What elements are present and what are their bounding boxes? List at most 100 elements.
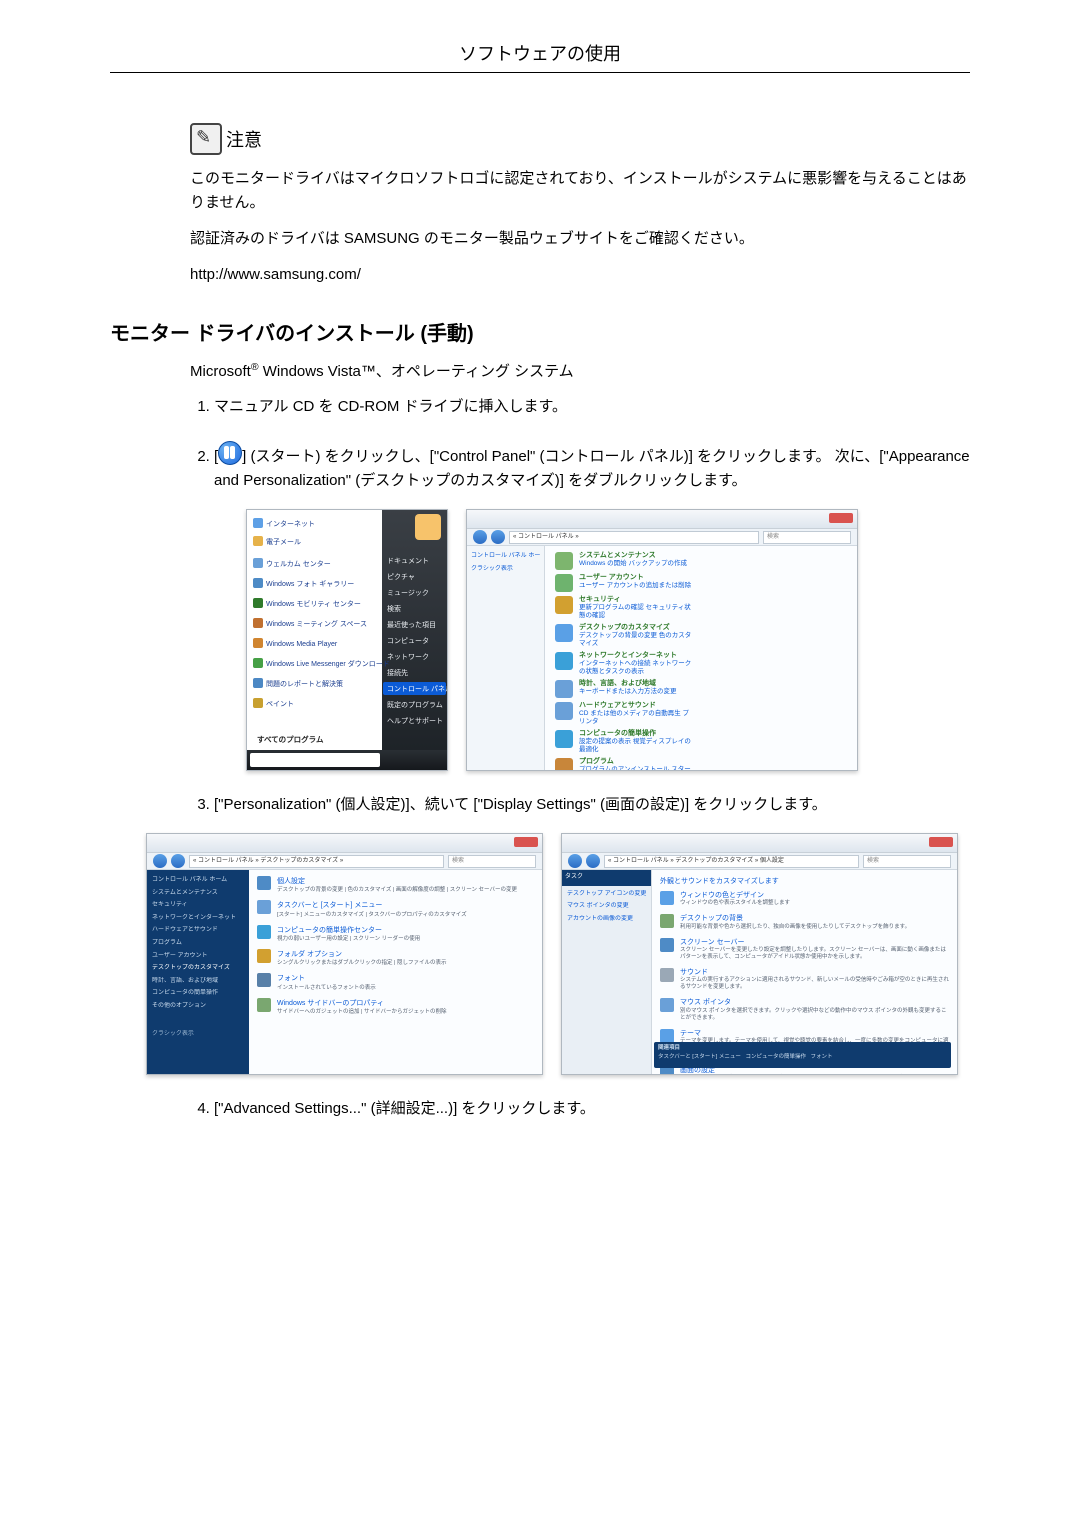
note-text: このモニタードライバはマイクロソフトロゴに認定されており、インストールがシステム… xyxy=(190,167,970,287)
wp-side-item[interactable]: その他のオプション xyxy=(152,1002,244,1012)
wp-search[interactable]: 検索 xyxy=(448,855,536,868)
cp-cat-user[interactable]: ユーザー アカウントユーザー アカウントの追加または削除 xyxy=(555,574,695,592)
wp-path[interactable]: « コントロール パネル » デスクトップのカスタマイズ » xyxy=(189,855,444,868)
sm-item-msgr[interactable]: Windows Live Messenger ダウンロード xyxy=(253,658,390,670)
wp2-path[interactable]: « コントロール パネル » デスクトップのカスタマイズ » 個人設定 xyxy=(604,855,859,868)
sm-r-conn[interactable]: 接続先 xyxy=(387,668,408,679)
sm-item-wmp[interactable]: Windows Media Player xyxy=(253,638,337,650)
cp-path[interactable]: « コントロール パネル » xyxy=(509,531,759,544)
wp-side-item[interactable]: 時計、言語、および地域 xyxy=(152,977,244,987)
wp-item-folder[interactable]: フォルダ オプションシングルクリックまたはダブルクリックの指定 | 隠しファイル… xyxy=(257,949,534,967)
back-button[interactable] xyxy=(473,530,487,544)
wp2-foot-link[interactable]: フォント xyxy=(811,1054,833,1060)
wp-item-desc: シングルクリックまたはダブルクリックの指定 | 隠しファイルの表示 xyxy=(277,960,447,967)
wp2-foot-link[interactable]: コンピュータの簡単操作 xyxy=(745,1054,806,1060)
wp2-item-screensaver[interactable]: スクリーン セーバースクリーン セーバーを変更したり設定を調整したりします。スク… xyxy=(660,938,949,961)
back-button[interactable] xyxy=(153,854,167,868)
sm-item-photo[interactable]: Windows フォト ギャラリー xyxy=(253,578,354,590)
close-icon[interactable] xyxy=(514,837,538,847)
sm-item-welcome[interactable]: ウェルカム センター xyxy=(253,558,331,570)
wp-side-item-active[interactable]: デスクトップのカスタマイズ xyxy=(152,964,244,974)
wp-item-personalization[interactable]: 個人設定デスクトップの背景の変更 | 色のカスタマイズ | 画面の解像度の調整 … xyxy=(257,876,534,894)
forward-button[interactable] xyxy=(491,530,505,544)
sm-item-report[interactable]: 問題のレポートと解決策 xyxy=(253,678,343,690)
cp-cat-clock[interactable]: 時計、言語、および地域キーボードまたは入力方法の変更 xyxy=(555,680,695,698)
sm-r-search[interactable]: 検索 xyxy=(387,604,401,615)
wp-item-taskbar[interactable]: タスクバーと [スタート] メニュー[スタート] メニューのカスタマイズ | タ… xyxy=(257,900,534,918)
sm-r-comp[interactable]: コンピュータ xyxy=(387,636,429,647)
wp-side-item[interactable]: ハードウェアとサウンド xyxy=(152,926,244,936)
wp2-item-mouse[interactable]: マウス ポインタ別のマウス ポインタを選択できます。クリックや選択中などの動作中… xyxy=(660,998,949,1021)
wp2-search[interactable]: 検索 xyxy=(863,855,951,868)
sm-item-internet[interactable]: インターネット xyxy=(253,518,315,530)
cp-cat-network[interactable]: ネットワークとインターネットインターネットへの接続 ネットワークの状態とタスクの… xyxy=(555,652,695,676)
start-menu-search[interactable] xyxy=(247,750,447,770)
wp-item-desc: デスクトップの背景の変更 | 色のカスタマイズ | 画面の解像度の調整 | スク… xyxy=(277,887,517,894)
sm-item-label: 電子メール xyxy=(266,539,301,546)
wp-side-item[interactable]: コンピュータの簡単操作 xyxy=(152,989,244,999)
wp2-item-sound[interactable]: サウンドシステムの実行するアクションに適用されるサウンド、新しいメールの受信時や… xyxy=(660,968,949,991)
note-block: 注意 このモニタードライバはマイクロソフトロゴに認定されており、インストールがシ… xyxy=(190,123,970,287)
wp2-side-item[interactable]: デスクトップ アイコンの変更 xyxy=(567,890,646,900)
cp-cat-ease[interactable]: コンピュータの簡単操作設定の提案の表示 視覚ディスプレイの最適化 xyxy=(555,730,695,754)
wp-item-fonts[interactable]: フォントインストールされているフォントの表示 xyxy=(257,973,534,991)
sm-r-net[interactable]: ネットワーク xyxy=(387,652,429,663)
sm-all-programs[interactable]: すべてのプログラム xyxy=(257,734,323,746)
forward-button[interactable] xyxy=(586,854,600,868)
sm-r-help[interactable]: ヘルプとサポート xyxy=(387,716,443,727)
wp-side-item[interactable]: ユーザー アカウント xyxy=(152,952,244,962)
sm-r-pics[interactable]: ピクチャ xyxy=(387,572,415,583)
cp-cat-sub: CD または他のメディアの自動再生 プリンタ xyxy=(579,710,695,726)
wp-side-item[interactable]: プログラム xyxy=(152,939,244,949)
cp-side-classic[interactable]: クラシック表示 xyxy=(471,565,540,575)
sm-r-recent[interactable]: 最近使った項目 xyxy=(387,620,436,631)
cp-cat-security[interactable]: セキュリティ更新プログラムの確認 セキュリティ状態の確認 xyxy=(555,596,695,620)
wp-side-item[interactable]: システムとメンテナンス xyxy=(152,889,244,899)
wp-item-title: Windows サイドバーのプロパティ xyxy=(277,998,447,1009)
sm-r-default[interactable]: 既定のプログラム xyxy=(387,700,443,711)
sm-item-meeting[interactable]: Windows ミーティング スペース xyxy=(253,618,367,630)
cp-cat-hardware[interactable]: ハードウェアとサウンドCD または他のメディアの自動再生 プリンタ xyxy=(555,702,695,726)
close-icon[interactable] xyxy=(929,837,953,847)
wp-body: コントロール パネル ホーム システムとメンテナンス セキュリティ ネットワーク… xyxy=(147,870,542,1075)
cp-side-home[interactable]: コントロール パネル ホーム xyxy=(471,552,540,562)
wp2-item-background[interactable]: デスクトップの背景利用可能な背景や色から選択したり、独自の画像を使用したりしてデ… xyxy=(660,914,949,930)
step-2-screenshots: インターネット 電子メール ウェルカム センター Windows フォト ギャラ… xyxy=(134,509,970,771)
cp-cat-system[interactable]: システムとメンテナンスWindows の開始 バックアップの作成 xyxy=(555,552,695,570)
sm-item-mobility[interactable]: Windows モビリティ センター xyxy=(253,598,361,610)
wp2-item-colors[interactable]: ウィンドウの色とデザインウィンドウの色や表示スタイルを調整します xyxy=(660,891,949,907)
sm-r-music[interactable]: ミュージック xyxy=(387,588,429,599)
appearance-window: « コントロール パネル » デスクトップのカスタマイズ » 検索 コントロール… xyxy=(147,834,542,1074)
sm-item-paint[interactable]: ペイント xyxy=(253,698,294,710)
wp-side-item[interactable]: コントロール パネル ホーム xyxy=(152,876,244,886)
sm-item-label: Windows Live Messenger ダウンロード xyxy=(266,661,390,668)
sm-item-email[interactable]: 電子メール xyxy=(253,536,301,548)
forward-button[interactable] xyxy=(171,854,185,868)
wp2-titlebar xyxy=(562,834,957,853)
step-1-text: マニュアル CD を CD-ROM ドライブに挿入します。 xyxy=(214,398,567,415)
mouse-pointer-icon xyxy=(660,998,674,1012)
step-2: [] (スタート) をクリックし、["Control Panel" (コントロー… xyxy=(214,441,970,771)
cp-cat-appearance[interactable]: デスクトップのカスタマイズデスクトップの背景の変更 色のカスタマイズ xyxy=(555,624,695,648)
wp-item-desc: インストールされているフォントの表示 xyxy=(277,985,376,992)
page-title: ソフトウェアの使用 xyxy=(110,40,970,73)
wp2-side-item[interactable]: アカウントの画像の変更 xyxy=(567,915,646,925)
note-heading: 注意 xyxy=(190,123,970,155)
wp2-side-item[interactable]: マウス ポインタの変更 xyxy=(567,902,646,912)
pencil-note-icon xyxy=(190,123,222,155)
wp-item-sidebar[interactable]: Windows サイドバーのプロパティサイドバーへのガジェットの追加 | サイド… xyxy=(257,998,534,1016)
sm-r-docs[interactable]: ドキュメント xyxy=(387,556,429,567)
wp-side-classic[interactable]: クラシック表示 xyxy=(152,1030,244,1040)
wp-side-item[interactable]: ネットワークとインターネット xyxy=(152,914,244,924)
welcome-icon xyxy=(253,558,263,568)
wp-side-item[interactable]: セキュリティ xyxy=(152,901,244,911)
wp2-foot-link[interactable]: タスクバーと [スタート] メニュー xyxy=(658,1054,741,1060)
sm-r-cp[interactable]: コントロール パネル xyxy=(387,684,448,695)
cp-cat-sub: デスクトップの背景の変更 色のカスタマイズ xyxy=(579,632,695,648)
wp-item-ease[interactable]: コンピュータの簡単操作センター視力の弱いユーザー用の設定 | スクリーン リーダ… xyxy=(257,925,534,943)
cp-cat-programs[interactable]: プログラムプログラムのアンインストール スタートアップ プログラムの変更 xyxy=(555,758,695,771)
close-icon[interactable] xyxy=(829,513,853,523)
step-3: ["Personalization" (個人設定)]、続いて ["Display… xyxy=(214,793,970,1075)
cp-search[interactable]: 検索 xyxy=(763,531,851,544)
back-button[interactable] xyxy=(568,854,582,868)
